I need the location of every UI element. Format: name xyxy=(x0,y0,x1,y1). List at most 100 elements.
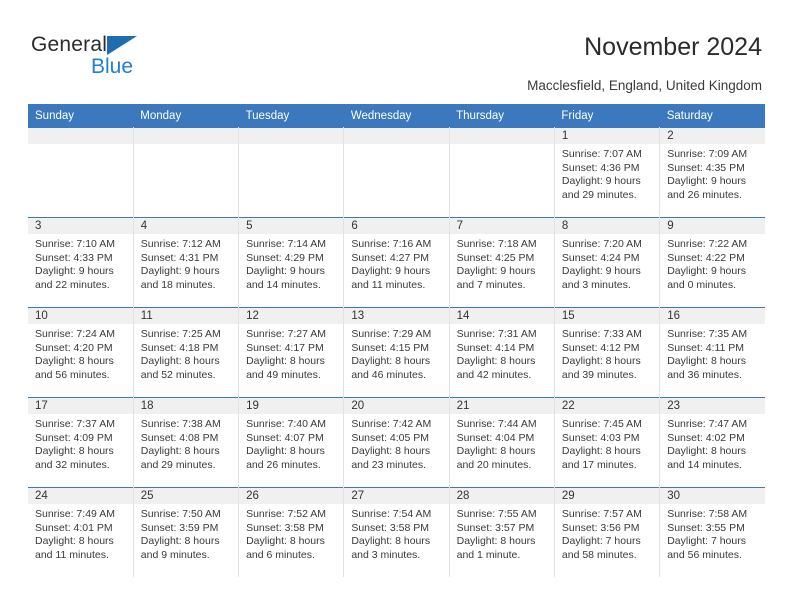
day-sun-info: Sunrise: 7:37 AM Sunset: 4:09 PM Daylight:… xyxy=(28,414,133,472)
day-info-line: Sunrise: 7:50 AM xyxy=(140,508,221,520)
day-info-line: Sunrise: 7:54 AM xyxy=(351,508,432,520)
day-sun-info: Sunrise: 7:52 AM Sunset: 3:58 PM Daylight:… xyxy=(239,504,343,562)
calendar-day-cell[interactable]: 27 Sunrise: 7:54 AM Sunset: 3:58 PM Dayligh… xyxy=(343,487,450,577)
page-header: General Blue November 2024 Macclesfield,… xyxy=(0,0,792,100)
day-info-line: Daylight: 8 hours xyxy=(456,535,536,548)
day-info-line: and 46 minutes. xyxy=(351,368,427,381)
day-sun-info: Sunrise: 7:57 AM Sunset: 3:56 PM Daylight:… xyxy=(555,504,659,562)
day-sun-info: Sunrise: 7:42 AM Sunset: 4:05 PM Daylight:… xyxy=(344,414,448,472)
calendar-day-cell[interactable]: 8 Sunrise: 7:20 AM Sunset: 4:24 PM Daylight… xyxy=(554,217,661,308)
day-info-line: Sunset: 3:56 PM xyxy=(561,521,640,534)
day-info-line: and 39 minutes. xyxy=(561,368,637,381)
calendar-day-cell[interactable]: 10 Sunrise: 7:24 AM Sunset: 4:20 PM Dayligh… xyxy=(28,307,134,398)
day-info-line: and 23 minutes. xyxy=(351,458,427,471)
day-info-line: Daylight: 9 hours xyxy=(35,265,114,278)
general-blue-logo[interactable]: General Blue xyxy=(31,33,251,83)
calendar-day-cell[interactable]: 30 Sunrise: 7:58 AM Sunset: 3:55 PM Dayligh… xyxy=(659,487,765,577)
calendar-day-cell[interactable]: 7 Sunrise: 7:18 AM Sunset: 4:25 PM Daylight… xyxy=(449,217,555,308)
calendar-day-cell[interactable]: 14 Sunrise: 7:31 AM Sunset: 4:14 PM Dayligh… xyxy=(449,307,555,398)
day-info-line: Daylight: 7 hours xyxy=(561,535,641,548)
calendar-day-cell[interactable]: 2 Sunrise: 7:09 AM Sunset: 4:35 PM Daylight… xyxy=(659,127,765,218)
weekday-header-wednesday: Wednesday xyxy=(343,104,450,128)
calendar-body: 1 Sunrise: 7:07 AM Sunset: 4:36 PM Daylight… xyxy=(28,127,765,577)
day-number: 22 xyxy=(554,398,660,414)
calendar-empty-cell xyxy=(238,127,345,218)
day-info-line: Daylight: 7 hours xyxy=(667,535,746,548)
day-sun-info: Sunrise: 7:47 AM Sunset: 4:02 PM Daylight:… xyxy=(660,414,765,472)
day-info-line: Daylight: 8 hours xyxy=(246,445,325,458)
calendar-day-cell[interactable]: 9 Sunrise: 7:22 AM Sunset: 4:22 PM Daylight… xyxy=(659,217,765,308)
calendar-day-cell[interactable]: 23 Sunrise: 7:47 AM Sunset: 4:02 PM Dayligh… xyxy=(659,397,765,488)
day-info-line: and 3 minutes. xyxy=(561,278,631,291)
calendar-day-cell[interactable]: 21 Sunrise: 7:44 AM Sunset: 4:04 PM Dayligh… xyxy=(449,397,555,488)
calendar-day-cell[interactable]: 19 Sunrise: 7:40 AM Sunset: 4:07 PM Dayligh… xyxy=(238,397,345,488)
day-info-line: Sunset: 4:27 PM xyxy=(351,251,429,264)
calendar-day-cell[interactable]: 12 Sunrise: 7:27 AM Sunset: 4:17 PM Dayligh… xyxy=(238,307,345,398)
day-info-line: and 14 minutes. xyxy=(246,278,321,291)
calendar-day-cell[interactable]: 6 Sunrise: 7:16 AM Sunset: 4:27 PM Daylight… xyxy=(343,217,450,308)
day-sun-info: Sunrise: 7:09 AM Sunset: 4:35 PM Daylight:… xyxy=(660,144,765,202)
page-title: November 2024 xyxy=(584,33,762,61)
day-info-line: Sunset: 3:58 PM xyxy=(351,521,429,534)
day-info-line: Sunset: 4:02 PM xyxy=(667,431,745,444)
calendar-day-cell[interactable]: 11 Sunrise: 7:25 AM Sunset: 4:18 PM Dayligh… xyxy=(133,307,240,398)
day-info-line: Sunrise: 7:22 AM xyxy=(667,238,748,250)
calendar-day-cell[interactable]: 28 Sunrise: 7:55 AM Sunset: 3:57 PM Dayligh… xyxy=(449,487,555,577)
day-sun-info: Sunrise: 7:33 AM Sunset: 4:12 PM Daylight:… xyxy=(555,324,659,382)
weekday-header-monday: Monday xyxy=(133,104,239,128)
calendar-week-row: 10 Sunrise: 7:24 AM Sunset: 4:20 PM Dayligh… xyxy=(28,307,765,398)
calendar-day-cell[interactable]: 13 Sunrise: 7:29 AM Sunset: 4:15 PM Dayligh… xyxy=(343,307,450,398)
day-number: 14 xyxy=(449,308,554,324)
calendar-day-cell[interactable]: 25 Sunrise: 7:50 AM Sunset: 3:59 PM Dayligh… xyxy=(133,487,240,577)
day-sun-info: Sunrise: 7:07 AM Sunset: 4:36 PM Daylight:… xyxy=(555,144,659,202)
calendar-day-cell[interactable]: 18 Sunrise: 7:38 AM Sunset: 4:08 PM Dayligh… xyxy=(133,397,240,488)
day-info-line: and 26 minutes. xyxy=(667,188,742,201)
day-info-line: Sunrise: 7:25 AM xyxy=(140,328,221,340)
day-info-line: Daylight: 8 hours xyxy=(456,355,536,368)
day-info-line: Sunset: 4:05 PM xyxy=(351,431,429,444)
day-info-line: Sunset: 4:15 PM xyxy=(351,341,429,354)
day-info-line: Daylight: 8 hours xyxy=(35,355,114,368)
calendar-day-cell[interactable]: 17 Sunrise: 7:37 AM Sunset: 4:09 PM Dayligh… xyxy=(28,397,134,488)
day-sun-info: Sunrise: 7:18 AM Sunset: 4:25 PM Daylight:… xyxy=(450,234,554,292)
day-number: 24 xyxy=(28,488,133,504)
logo-text-blue: Blue xyxy=(91,55,134,78)
day-sun-info: Sunrise: 7:16 AM Sunset: 4:27 PM Daylight:… xyxy=(344,234,448,292)
day-info-line: Sunrise: 7:35 AM xyxy=(667,328,748,340)
calendar-day-cell[interactable]: 16 Sunrise: 7:35 AM Sunset: 4:11 PM Dayligh… xyxy=(659,307,765,398)
day-info-line: Sunset: 4:22 PM xyxy=(667,251,745,264)
calendar-day-cell[interactable]: 5 Sunrise: 7:14 AM Sunset: 4:29 PM Daylight… xyxy=(238,217,345,308)
calendar-day-cell[interactable]: 29 Sunrise: 7:57 AM Sunset: 3:56 PM Dayligh… xyxy=(554,487,661,577)
day-sun-info: Sunrise: 7:25 AM Sunset: 4:18 PM Daylight:… xyxy=(134,324,238,382)
day-info-line: Daylight: 9 hours xyxy=(667,265,746,278)
day-info-line: Sunset: 4:17 PM xyxy=(246,341,324,354)
calendar-day-cell[interactable]: 1 Sunrise: 7:07 AM Sunset: 4:36 PM Daylight… xyxy=(554,127,661,218)
calendar-day-cell[interactable]: 22 Sunrise: 7:45 AM Sunset: 4:03 PM Dayligh… xyxy=(554,397,661,488)
day-number: 2 xyxy=(660,128,765,144)
day-info-line: Daylight: 8 hours xyxy=(35,445,114,458)
day-info-line: Sunrise: 7:31 AM xyxy=(456,328,537,340)
day-sun-info: Sunrise: 7:35 AM Sunset: 4:11 PM Daylight:… xyxy=(660,324,765,382)
calendar-day-cell[interactable]: 15 Sunrise: 7:33 AM Sunset: 4:12 PM Dayligh… xyxy=(554,307,661,398)
day-info-line: Sunset: 3:55 PM xyxy=(667,521,745,534)
day-number: 5 xyxy=(239,218,344,234)
weekday-header-friday: Friday xyxy=(554,104,660,128)
weekday-header-row: Sunday Monday Tuesday Wednesday Thursday… xyxy=(28,104,765,128)
day-number xyxy=(133,128,239,144)
calendar-day-cell[interactable]: 20 Sunrise: 7:42 AM Sunset: 4:05 PM Dayligh… xyxy=(343,397,450,488)
weekday-header-sunday: Sunday xyxy=(28,104,134,128)
day-sun-info: Sunrise: 7:40 AM Sunset: 4:07 PM Daylight:… xyxy=(239,414,343,472)
calendar-day-cell[interactable]: 4 Sunrise: 7:12 AM Sunset: 4:31 PM Daylight… xyxy=(133,217,240,308)
day-info-line: Daylight: 8 hours xyxy=(140,445,220,458)
calendar-day-cell[interactable]: 24 Sunrise: 7:49 AM Sunset: 4:01 PM Dayligh… xyxy=(28,487,134,577)
day-info-line: Sunrise: 7:44 AM xyxy=(456,418,537,430)
day-info-line: Sunrise: 7:49 AM xyxy=(35,508,115,520)
calendar-day-cell[interactable]: 3 Sunrise: 7:10 AM Sunset: 4:33 PM Daylight… xyxy=(28,217,134,308)
page-subtitle: Macclesfield, England, United Kingdom xyxy=(527,78,762,93)
day-info-line: and 1 minute. xyxy=(456,548,521,561)
day-sun-info: Sunrise: 7:54 AM Sunset: 3:58 PM Daylight:… xyxy=(344,504,448,562)
calendar-day-cell[interactable]: 26 Sunrise: 7:52 AM Sunset: 3:58 PM Dayligh… xyxy=(238,487,345,577)
day-info-line: Sunrise: 7:24 AM xyxy=(35,328,115,340)
day-number: 28 xyxy=(449,488,554,504)
day-number: 25 xyxy=(133,488,239,504)
